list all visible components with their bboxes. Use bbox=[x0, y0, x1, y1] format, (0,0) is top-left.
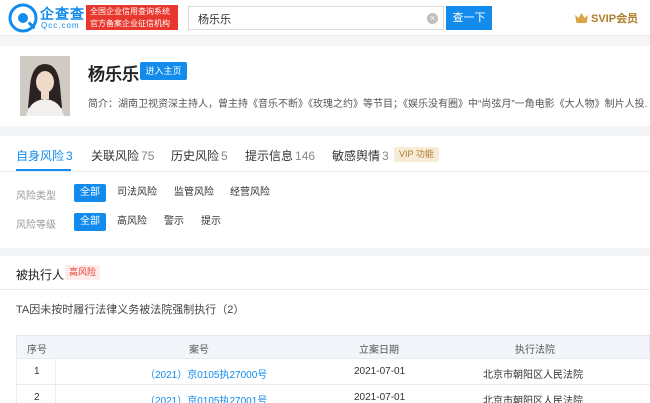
risk-tabs: 自身风险 3 关联风险 75 历史风险 5 提示信息 146 敏感舆情 3 VIP 功能 bbox=[0, 136, 650, 172]
profile-bio: 简介：湖南卫视资深主持人，曾主持《音乐不断》《玫瑰之约》等节目；《娱乐没有圈》中… bbox=[88, 99, 648, 110]
tab-count: 3 bbox=[382, 149, 389, 163]
tab-self-risk[interactable]: 自身风险 3 bbox=[16, 147, 73, 164]
column-header-index: 序号 bbox=[27, 345, 47, 356]
table-row: 2 （2021）京0105执27001号 2021-07-01 北京市朝阳区人民… bbox=[16, 385, 650, 403]
tab-related-risk[interactable]: 关联风险 75 bbox=[91, 147, 154, 164]
clear-icon[interactable]: × bbox=[427, 13, 438, 24]
enter-homepage-button[interactable]: 进入主页 bbox=[140, 62, 187, 80]
tab-label: 敏感舆情 bbox=[332, 149, 381, 163]
qcc-logo-icon[interactable] bbox=[8, 3, 38, 33]
column-divider bbox=[55, 359, 56, 384]
risk-level-label: 风险等级 bbox=[16, 220, 56, 231]
column-header-court: 执行法院 bbox=[515, 345, 555, 356]
tab-count: 75 bbox=[141, 149, 155, 163]
search-input[interactable]: 杨乐乐 × bbox=[188, 6, 444, 30]
person-name: 杨乐乐 bbox=[88, 65, 139, 84]
tab-count: 5 bbox=[221, 149, 228, 163]
case-number-link[interactable]: （2021）京0105执27001号 bbox=[145, 392, 267, 403]
filter-type-regulatory[interactable]: 监管风险 bbox=[170, 184, 218, 202]
tab-count: 3 bbox=[66, 149, 73, 163]
column-header-case-no: 案号 bbox=[189, 345, 209, 356]
cell-court: 北京市朝阳区人民法院 bbox=[483, 370, 583, 381]
tab-label: 关联风险 bbox=[91, 149, 140, 163]
top-bar: 企查查 Qcc.com 全国企业信用查询系统 官方备案企业征信机构 杨乐乐 × … bbox=[0, 0, 650, 36]
filter-level-high[interactable]: 高风险 bbox=[113, 213, 151, 231]
banner-line-1: 全国企业信用查询系统 bbox=[90, 7, 170, 16]
banner-line-2: 官方备案企业征信机构 bbox=[90, 19, 170, 28]
section-divider bbox=[0, 289, 650, 290]
cell-filing-date: 2021-07-01 bbox=[354, 392, 406, 403]
svip-label: SVIP会员 bbox=[591, 13, 639, 25]
filter-type-all[interactable]: 全部 bbox=[74, 184, 106, 202]
profile-card: 杨乐乐 进入主页 简介：湖南卫视资深主持人，曾主持《音乐不断》《玫瑰之约》等节目… bbox=[0, 46, 650, 126]
tab-label: 历史风险 bbox=[171, 149, 220, 163]
tab-label: 自身风险 bbox=[16, 149, 65, 163]
search-input-value: 杨乐乐 bbox=[198, 14, 231, 26]
filter-level-warning[interactable]: 警示 bbox=[160, 213, 188, 231]
search-button[interactable]: 查一下 bbox=[446, 6, 492, 30]
tab-history-risk[interactable]: 历史风险 5 bbox=[171, 147, 228, 164]
tab-sensitive-opinion[interactable]: 敏感舆情 3 bbox=[332, 147, 389, 164]
tab-label: 提示信息 bbox=[245, 149, 294, 163]
avatar-portrait-icon bbox=[20, 56, 70, 116]
column-header-date: 立案日期 bbox=[359, 345, 399, 356]
vip-feature-badge[interactable]: VIP 功能 bbox=[394, 147, 439, 162]
filter-level-all[interactable]: 全部 bbox=[74, 213, 106, 231]
active-tab-underline bbox=[16, 169, 71, 171]
cell-court: 北京市朝阳区人民法院 bbox=[483, 396, 583, 403]
cell-index: 1 bbox=[34, 366, 40, 377]
risk-panel: 自身风险 3 关联风险 75 历史风险 5 提示信息 146 敏感舆情 3 VIP 功能 … bbox=[0, 136, 650, 248]
judgment-debtor-section: 被执行人 高风险 TA因未按时履行法律义务被法院强制执行（2） 序号 案号 立案… bbox=[0, 256, 650, 403]
case-number-link[interactable]: （2021）京0105执27000号 bbox=[145, 366, 267, 381]
avatar bbox=[20, 56, 70, 116]
filter-type-judicial[interactable]: 司法风险 bbox=[113, 184, 161, 202]
filter-level-notice[interactable]: 提示 bbox=[197, 213, 225, 231]
cell-index: 2 bbox=[34, 392, 40, 403]
column-divider bbox=[55, 385, 56, 403]
cell-filing-date: 2021-07-01 bbox=[354, 366, 406, 377]
tab-notice-info[interactable]: 提示信息 146 bbox=[245, 147, 315, 164]
credit-system-banner: 全国企业信用查询系统 官方备案企业征信机构 bbox=[86, 5, 178, 30]
crown-icon bbox=[575, 13, 588, 23]
risk-type-label: 风险类型 bbox=[16, 191, 56, 202]
logo-subtext: Qcc.com bbox=[41, 21, 80, 30]
section-description: TA因未按时履行法律义务被法院强制执行（2） bbox=[16, 304, 245, 316]
svip-membership-link[interactable]: SVIP会员 bbox=[575, 10, 638, 26]
section-title: 被执行人 bbox=[16, 268, 65, 282]
table-header: 序号 案号 立案日期 执行法院 bbox=[16, 335, 650, 359]
table-row: 1 （2021）京0105执27000号 2021-07-01 北京市朝阳区人民… bbox=[16, 359, 650, 385]
tab-count: 146 bbox=[295, 149, 316, 163]
high-risk-tag: 高风险 bbox=[65, 265, 101, 280]
filter-type-operational[interactable]: 经营风险 bbox=[226, 184, 274, 202]
